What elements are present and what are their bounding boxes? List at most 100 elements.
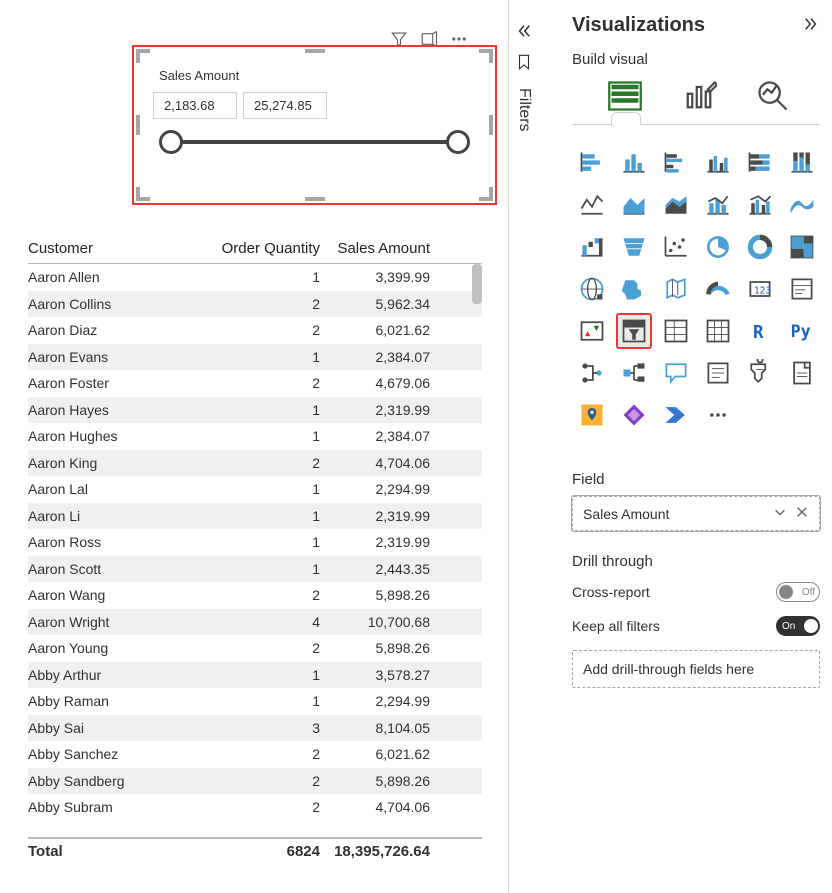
table-row[interactable]: Aaron Wright410,700.68 xyxy=(28,609,482,636)
cell-amount: 6,021.62 xyxy=(326,322,436,338)
table-row[interactable]: Aaron King24,704.06 xyxy=(28,450,482,477)
viz-type-line[interactable] xyxy=(574,187,610,223)
table-row[interactable]: Aaron Hayes12,319.99 xyxy=(28,397,482,424)
viz-type-line-clustered-column[interactable] xyxy=(742,187,778,223)
slicer-visual[interactable]: Sales Amount 2,183.68 25,274.85 xyxy=(132,45,497,205)
cell-amount: 2,443.35 xyxy=(326,561,436,577)
table-row[interactable]: Aaron Ross12,319.99 xyxy=(28,529,482,556)
table-row[interactable]: Aaron Young25,898.26 xyxy=(28,635,482,662)
chevron-down-icon[interactable] xyxy=(773,505,787,522)
viz-type-clustered-bar[interactable] xyxy=(658,145,694,181)
viz-type-slicer[interactable] xyxy=(616,313,652,349)
col-customer[interactable]: Customer xyxy=(28,240,218,257)
table-row[interactable]: Abby Sandberg25,898.26 xyxy=(28,768,482,795)
table-row[interactable]: Aaron Diaz26,021.62 xyxy=(28,317,482,344)
table-row[interactable]: Abby Arthur13,578.27 xyxy=(28,662,482,689)
viz-type-pie[interactable] xyxy=(700,229,736,265)
tab-format[interactable] xyxy=(681,78,717,114)
table-visual[interactable]: Customer Order Quantity Sales Amount Aar… xyxy=(28,240,482,860)
table-row[interactable]: Aaron Lal12,294.99 xyxy=(28,476,482,503)
cell-qty: 2 xyxy=(218,375,326,391)
tab-build[interactable] xyxy=(607,78,643,114)
viz-type-donut[interactable] xyxy=(742,229,778,265)
viz-type-smart-narrative[interactable] xyxy=(700,355,736,391)
viz-type-waterfall[interactable] xyxy=(574,229,610,265)
viz-type-arcgis-map[interactable] xyxy=(574,397,610,433)
viz-type-gauge[interactable] xyxy=(700,271,736,307)
table-row[interactable]: Abby Sanchez26,021.62 xyxy=(28,741,482,768)
table-header: Customer Order Quantity Sales Amount xyxy=(28,240,482,264)
slicer-handle-min[interactable] xyxy=(159,130,183,154)
viz-type-r-visual[interactable]: R xyxy=(742,313,778,349)
table-row[interactable]: Aaron Hughes12,384.07 xyxy=(28,423,482,450)
viz-type-clustered-column[interactable] xyxy=(700,145,736,181)
expand-icon[interactable] xyxy=(802,15,820,36)
table-footer: Total 6824 18,395,726.64 xyxy=(28,837,482,860)
slicer-track[interactable] xyxy=(169,140,460,144)
viz-type-python-visual[interactable]: Py xyxy=(784,313,820,349)
table-row[interactable]: Aaron Allen13,399.99 xyxy=(28,264,482,291)
table-row[interactable]: Aaron Wang25,898.26 xyxy=(28,582,482,609)
viz-type-matrix[interactable] xyxy=(700,313,736,349)
viz-type-map[interactable] xyxy=(574,271,610,307)
viz-type-power-apps[interactable] xyxy=(616,397,652,433)
resize-handle-b[interactable] xyxy=(305,197,325,201)
cell-amount: 2,294.99 xyxy=(326,693,436,709)
viz-type-multi-row-card[interactable] xyxy=(784,271,820,307)
table-row[interactable]: Aaron Collins25,962.34 xyxy=(28,291,482,318)
viz-type-stacked-bar[interactable] xyxy=(574,145,610,181)
viz-type-area[interactable] xyxy=(616,187,652,223)
keep-filters-toggle[interactable]: On xyxy=(776,616,820,636)
cell-customer: Abby Sanchez xyxy=(28,746,218,762)
viz-type-ribbon[interactable] xyxy=(784,187,820,223)
bookmark-icon[interactable] xyxy=(515,53,533,74)
resize-handle-r[interactable] xyxy=(489,115,493,135)
cell-amount: 5,898.26 xyxy=(326,640,436,656)
viz-type-metrics[interactable] xyxy=(742,355,778,391)
viz-type-treemap[interactable] xyxy=(784,229,820,265)
cross-report-toggle[interactable]: Off xyxy=(776,582,820,602)
table-row[interactable]: Abby Raman12,294.99 xyxy=(28,688,482,715)
field-well[interactable]: Sales Amount xyxy=(572,496,820,531)
table-row[interactable]: Abby Sai38,104.05 xyxy=(28,715,482,742)
table-row[interactable]: Abby Subram24,704.06 xyxy=(28,794,482,821)
viz-type-table[interactable] xyxy=(658,313,694,349)
filters-label[interactable]: Filters xyxy=(515,88,533,132)
slicer-handle-max[interactable] xyxy=(446,130,470,154)
viz-type-qna[interactable] xyxy=(658,355,694,391)
viz-type-scatter[interactable] xyxy=(658,229,694,265)
slicer-max-input[interactable]: 25,274.85 xyxy=(243,92,327,119)
viz-type-more-visuals[interactable] xyxy=(700,397,736,433)
drill-through-drop-area[interactable]: Add drill-through fields here xyxy=(572,650,820,688)
remove-field-icon[interactable] xyxy=(795,505,809,522)
slicer-min-input[interactable]: 2,183.68 xyxy=(153,92,237,119)
scrollbar-thumb[interactable] xyxy=(472,264,482,304)
table-row[interactable]: Aaron Evans12,384.07 xyxy=(28,344,482,371)
viz-type-decomposition-tree[interactable] xyxy=(616,355,652,391)
visualizations-pane: Visualizations Build visual 123RPy Field… xyxy=(558,0,832,893)
table-row[interactable]: Aaron Li12,319.99 xyxy=(28,503,482,530)
viz-type-paginated-report[interactable] xyxy=(784,355,820,391)
viz-type-funnel[interactable] xyxy=(616,229,652,265)
viz-type-hundred-stacked-bar[interactable] xyxy=(742,145,778,181)
col-order-quantity[interactable]: Order Quantity xyxy=(218,240,326,257)
viz-type-stacked-column[interactable] xyxy=(616,145,652,181)
viz-type-filled-map[interactable] xyxy=(616,271,652,307)
tab-analytics[interactable] xyxy=(755,78,791,114)
table-row[interactable]: Aaron Foster24,679.06 xyxy=(28,370,482,397)
table-row[interactable]: Aaron Scott12,443.35 xyxy=(28,556,482,583)
field-value: Sales Amount xyxy=(583,506,669,522)
viz-type-stacked-area[interactable] xyxy=(658,187,694,223)
viz-type-power-automate[interactable] xyxy=(658,397,694,433)
viz-type-key-influencers[interactable] xyxy=(574,355,610,391)
collapse-icon[interactable] xyxy=(515,22,533,43)
viz-type-card[interactable]: 123 xyxy=(742,271,778,307)
viz-type-hundred-stacked-column[interactable] xyxy=(784,145,820,181)
viz-type-shape-map[interactable] xyxy=(658,271,694,307)
viz-type-line-stacked-column[interactable] xyxy=(700,187,736,223)
total-qty: 6824 xyxy=(218,843,326,860)
col-sales-amount[interactable]: Sales Amount xyxy=(326,240,436,257)
viz-type-kpi[interactable] xyxy=(574,313,610,349)
cell-qty: 1 xyxy=(218,667,326,683)
visualization-types-grid: 123 RPy xyxy=(574,145,820,433)
